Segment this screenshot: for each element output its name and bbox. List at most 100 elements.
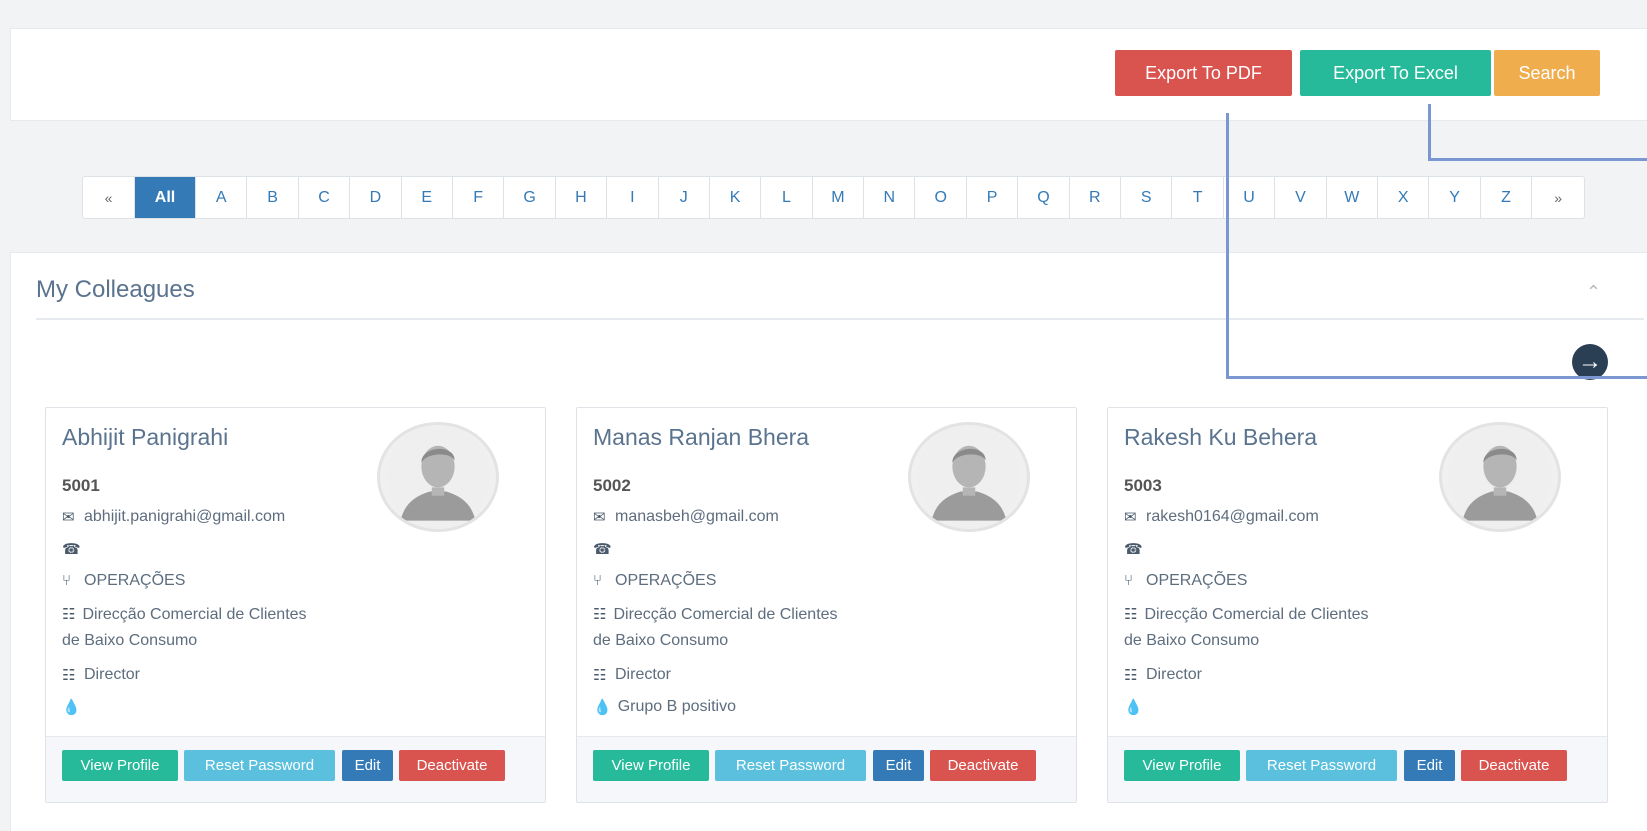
pager-letter-o[interactable]: O bbox=[915, 177, 967, 218]
deactivate-button[interactable]: Deactivate bbox=[399, 750, 505, 781]
pager-letter-q[interactable]: Q bbox=[1018, 177, 1070, 218]
envelope-icon: ✉ bbox=[62, 509, 75, 526]
id-card-icon: ☷ bbox=[1124, 667, 1138, 684]
reset-password-button[interactable]: Reset Password bbox=[184, 750, 335, 781]
pager-letter-p[interactable]: P bbox=[967, 177, 1019, 218]
pager-letter-k[interactable]: K bbox=[710, 177, 762, 218]
pager-letter-g[interactable]: G bbox=[504, 177, 556, 218]
phone-icon: ☎ bbox=[1124, 541, 1143, 558]
pager-letter-f[interactable]: F bbox=[453, 177, 505, 218]
sitemap-icon: ☷ bbox=[62, 606, 76, 623]
annotation-line-horizontal-excel bbox=[1428, 158, 1647, 161]
pager-letter-n[interactable]: N bbox=[864, 177, 916, 218]
department-text: OPERAÇÕES bbox=[84, 572, 186, 589]
colleague-card: Abhijit Panigrahi 5001 ✉ abhijit.panigrah… bbox=[45, 407, 546, 803]
edit-button[interactable]: Edit bbox=[873, 750, 924, 781]
blood-line: 💧 bbox=[1124, 698, 1149, 716]
pager-letter-x[interactable]: X bbox=[1378, 177, 1430, 218]
pager-letter-h[interactable]: H bbox=[556, 177, 608, 218]
pager-letter-b[interactable]: B bbox=[247, 177, 299, 218]
colleague-name: Rakesh Ku Behera bbox=[1124, 424, 1318, 450]
edit-button[interactable]: Edit bbox=[342, 750, 393, 781]
department-line: ⑂ OPERAÇÕES bbox=[62, 572, 185, 590]
edit-button[interactable]: Edit bbox=[1404, 750, 1455, 781]
alphabet-pager: « All A B C D E F G H I J K L M N O P Q … bbox=[82, 176, 1586, 219]
pager-letter-l[interactable]: L bbox=[761, 177, 813, 218]
deactivate-button[interactable]: Deactivate bbox=[1461, 750, 1567, 781]
panel-divider bbox=[36, 318, 1644, 320]
reset-password-button[interactable]: Reset Password bbox=[715, 750, 866, 781]
avatar bbox=[377, 422, 499, 532]
sitemap-icon: ☷ bbox=[1124, 606, 1138, 623]
drop-icon: 💧 bbox=[62, 699, 81, 716]
email-text: rakesh0164@gmail.com bbox=[1146, 508, 1319, 525]
division-text: ☷ Direcção Comercial de Clientes de Baix… bbox=[593, 602, 853, 654]
pager-letter-v[interactable]: V bbox=[1275, 177, 1327, 218]
sitemap-icon: ☷ bbox=[593, 606, 607, 623]
employee-id: 5003 bbox=[1124, 476, 1162, 495]
pager-all[interactable]: All bbox=[135, 177, 196, 218]
role-text: Director bbox=[84, 666, 141, 683]
phone-icon: ☎ bbox=[62, 541, 81, 558]
pager-letter-c[interactable]: C bbox=[299, 177, 351, 218]
colleague-name: Manas Ranjan Bhera bbox=[593, 424, 810, 450]
card-footer: View Profile Reset Password Edit Deactiv… bbox=[46, 736, 545, 802]
id-card-icon: ☷ bbox=[593, 667, 607, 684]
export-pdf-button[interactable]: Export To PDF bbox=[1115, 50, 1292, 96]
division-text: ☷ Direcção Comercial de Clientes de Baix… bbox=[62, 602, 322, 654]
email-line: ✉ abhijit.panigrahi@gmail.com bbox=[62, 508, 285, 526]
avatar bbox=[1439, 422, 1561, 532]
pager-letter-r[interactable]: R bbox=[1070, 177, 1122, 218]
role-line: ☷ Director bbox=[62, 666, 140, 684]
drop-icon: 💧 bbox=[1124, 699, 1143, 716]
email-text: abhijit.panigrahi@gmail.com bbox=[84, 508, 286, 525]
division-line: ☷ Direcção Comercial de Clientes de Baix… bbox=[62, 602, 322, 654]
colleague-card: Manas Ranjan Bhera 5002 ✉ manasbeh@gmail.… bbox=[576, 407, 1077, 803]
employee-id: 5001 bbox=[62, 476, 100, 495]
reset-password-button[interactable]: Reset Password bbox=[1246, 750, 1397, 781]
role-text: Director bbox=[1146, 666, 1203, 683]
role-text: Director bbox=[615, 666, 672, 683]
avatar bbox=[908, 422, 1030, 532]
department-line: ⑂ OPERAÇÕES bbox=[1124, 572, 1247, 590]
view-profile-button[interactable]: View Profile bbox=[593, 750, 709, 781]
division-text: ☷ Direcção Comercial de Clientes de Baix… bbox=[1124, 602, 1384, 654]
chevron-up-icon[interactable]: ⌃ bbox=[1586, 282, 1601, 303]
search-button[interactable]: Search bbox=[1494, 50, 1600, 96]
pager-letter-s[interactable]: S bbox=[1121, 177, 1173, 218]
pager-letter-e[interactable]: E bbox=[402, 177, 453, 218]
pager-letter-z[interactable]: Z bbox=[1481, 177, 1533, 218]
view-profile-button[interactable]: View Profile bbox=[1124, 750, 1240, 781]
blood-line: 💧 bbox=[62, 698, 87, 716]
pager-letter-w[interactable]: W bbox=[1327, 177, 1378, 218]
drop-icon: 💧 bbox=[593, 699, 612, 716]
pager-letter-m[interactable]: M bbox=[813, 177, 865, 218]
pager-letter-y[interactable]: Y bbox=[1429, 177, 1481, 218]
phone-icon: ☎ bbox=[593, 541, 612, 558]
division-line: ☷ Direcção Comercial de Clientes de Baix… bbox=[593, 602, 853, 654]
blood-text: Grupo B positivo bbox=[617, 698, 736, 715]
card-footer: View Profile Reset Password Edit Deactiv… bbox=[577, 736, 1076, 802]
arrow-right-circle-icon[interactable]: → bbox=[1572, 344, 1608, 380]
pager-letter-i[interactable]: I bbox=[607, 177, 659, 218]
id-card-icon: ☷ bbox=[62, 667, 76, 684]
export-excel-button[interactable]: Export To Excel bbox=[1300, 50, 1491, 96]
pager-letter-j[interactable]: J bbox=[659, 177, 710, 218]
phone-line: ☎ bbox=[593, 540, 618, 558]
blood-line: 💧 Grupo B positivo bbox=[593, 698, 736, 716]
deactivate-button[interactable]: Deactivate bbox=[930, 750, 1036, 781]
colleague-name: Abhijit Panigrahi bbox=[62, 424, 229, 450]
branch-icon: ⑂ bbox=[593, 572, 603, 589]
colleague-card: Rakesh Ku Behera 5003 ✉ rakesh0164@gmail.… bbox=[1107, 407, 1608, 803]
division-line: ☷ Direcção Comercial de Clientes de Baix… bbox=[1124, 602, 1384, 654]
pager-next[interactable]: » bbox=[1532, 177, 1584, 218]
pager-letter-d[interactable]: D bbox=[350, 177, 402, 218]
pager-letter-t[interactable]: T bbox=[1172, 177, 1224, 218]
envelope-icon: ✉ bbox=[593, 509, 606, 526]
department-text: OPERAÇÕES bbox=[1146, 572, 1248, 589]
pager-letter-a[interactable]: A bbox=[196, 177, 248, 218]
pager-prev[interactable]: « bbox=[83, 177, 135, 218]
pager-letter-u[interactable]: U bbox=[1224, 177, 1276, 218]
view-profile-button[interactable]: View Profile bbox=[62, 750, 178, 781]
email-line: ✉ rakesh0164@gmail.com bbox=[1124, 508, 1319, 526]
